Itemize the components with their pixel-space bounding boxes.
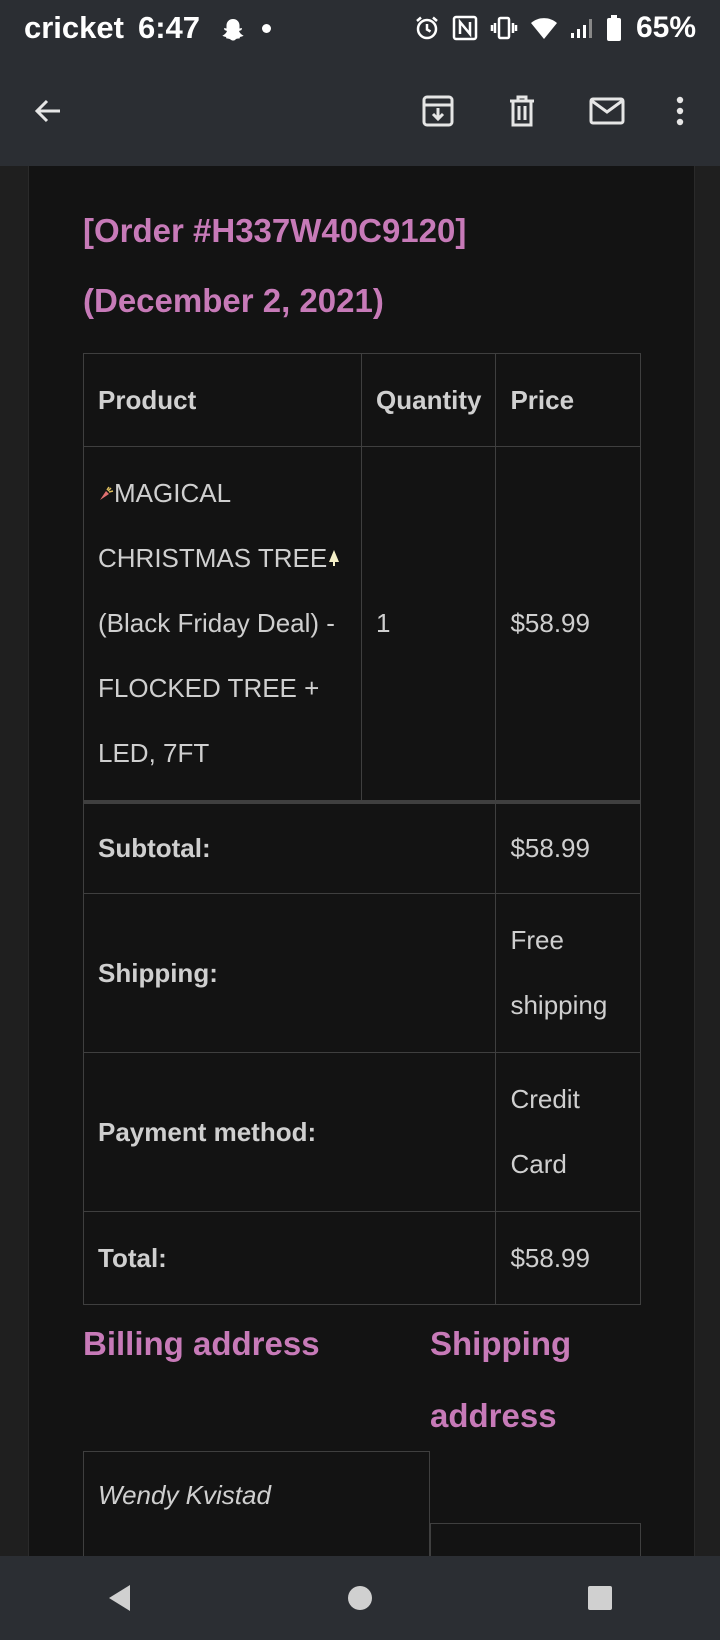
delete-icon[interactable] <box>500 89 544 133</box>
payment-label: Payment method: <box>82 1052 497 1212</box>
christmas-tree-emoji-icon <box>327 543 341 573</box>
back-nav-icon[interactable] <box>90 1568 150 1628</box>
alarm-icon <box>414 15 440 41</box>
total-row: Total: $58.99 <box>82 1211 641 1305</box>
notification-dot <box>262 23 272 33</box>
shipping-label: Shipping: <box>82 893 497 1053</box>
shipping-row: Shipping: Free shipping <box>82 893 641 1053</box>
shipping-value: Free shipping <box>495 893 641 1053</box>
billing-address-box: Wendy Kvistad <box>83 1451 430 1556</box>
billing-name: Wendy Kvistad <box>98 1480 271 1510</box>
clock: 6:47 <box>137 10 201 45</box>
header-quantity: Quantity <box>360 353 497 447</box>
shipping-address-box <box>430 1523 641 1556</box>
app-bar <box>0 56 720 166</box>
archive-icon[interactable] <box>416 89 460 133</box>
home-nav-icon[interactable] <box>330 1568 390 1628</box>
order-table: Product Quantity Price MAGICAL CHRISTMAS… <box>82 353 641 1305</box>
header-price: Price <box>495 353 641 447</box>
back-arrow-icon[interactable] <box>26 89 70 133</box>
firecracker-emoji-icon <box>98 478 114 508</box>
recents-nav-icon[interactable] <box>570 1568 630 1628</box>
payment-row: Payment method: Credit Card <box>82 1052 641 1212</box>
order-number: [Order #H337W40C9120] <box>83 212 467 249</box>
nfc-icon <box>452 15 478 41</box>
email-body: [Order #H337W40C9120] (December 2, 2021)… <box>28 166 695 1556</box>
order-date: (December 2, 2021) <box>83 282 384 319</box>
total-value: $58.99 <box>495 1211 641 1305</box>
price-cell: $58.99 <box>495 446 641 802</box>
total-label: Total: <box>82 1211 497 1305</box>
battery-icon <box>606 14 622 42</box>
mark-unread-icon[interactable] <box>585 89 629 133</box>
shipping-address-title: Shipping address <box>430 1325 572 1434</box>
product-name-cell: MAGICAL CHRISTMAS TREE (Black Friday Dea… <box>83 446 362 802</box>
table-header-row: Product Quantity Price <box>83 353 641 447</box>
carrier-name: cricket <box>24 10 124 45</box>
quantity-cell: 1 <box>360 446 497 802</box>
subtotal-value: $58.99 <box>495 799 641 894</box>
order-title: [Order #H337W40C9120] (December 2, 2021) <box>83 196 643 336</box>
status-bar: cricket 6:47 65% <box>0 0 720 56</box>
navigation-bar <box>0 1556 720 1640</box>
subtotal-label: Subtotal: <box>82 799 497 894</box>
billing-address-title: Billing address <box>83 1325 320 1362</box>
battery-percentage: 65% <box>635 11 696 44</box>
more-vert-icon[interactable] <box>658 89 702 133</box>
wifi-icon <box>530 15 558 41</box>
payment-value: Credit Card <box>495 1052 641 1212</box>
vibrate-icon <box>490 15 518 41</box>
header-product: Product <box>83 353 362 447</box>
subtotal-row: Subtotal: $58.99 <box>82 799 641 894</box>
signal-icon <box>570 15 594 41</box>
snapchat-icon <box>220 15 246 41</box>
table-row: MAGICAL CHRISTMAS TREE (Black Friday Dea… <box>83 446 641 802</box>
